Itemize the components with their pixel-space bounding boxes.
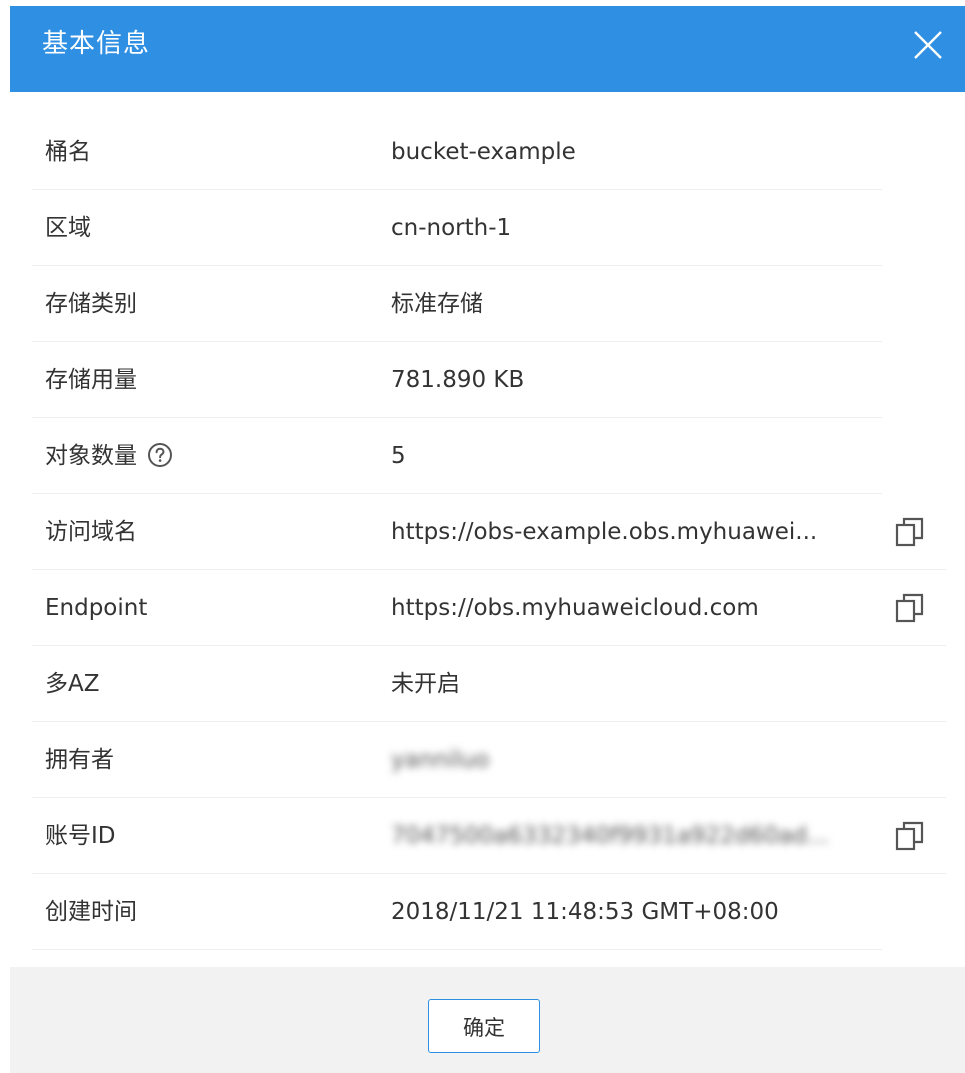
info-label: 多AZ	[45, 671, 100, 697]
info-value: https://obs.myhuaweicloud.com	[391, 595, 759, 621]
info-label: 桶名	[45, 139, 91, 165]
ok-button[interactable]: 确定	[428, 999, 540, 1053]
info-label-text: 对象数量	[45, 443, 137, 469]
info-row-owner: 拥有者 yanniluo	[32, 722, 946, 798]
info-row-object-count: 对象数量 5	[32, 418, 946, 494]
help-icon[interactable]	[147, 442, 173, 468]
info-row-storage-class: 存储类别 标准存储	[32, 266, 946, 342]
dialog-footer: 确定	[10, 967, 965, 1073]
info-row-access-domain: 访问域名 https://obs-example.obs.myhuawei...	[32, 494, 946, 570]
copy-icon[interactable]	[895, 592, 925, 624]
info-label: 区域	[45, 215, 91, 241]
info-label: 对象数量	[45, 418, 173, 494]
info-value-redacted: 7047500a6332340f9931a922d60ad...	[391, 823, 830, 849]
info-list: 桶名 bucket-example 区域 cn-north-1 存储类别 标准存…	[32, 114, 946, 950]
info-label: 账号ID	[45, 823, 116, 849]
copy-icon[interactable]	[895, 820, 925, 852]
info-row-endpoint: Endpoint https://obs.myhuaweicloud.com	[32, 570, 946, 646]
info-value: 未开启	[391, 671, 460, 697]
info-label: 访问域名	[45, 519, 137, 545]
info-label: 创建时间	[45, 899, 137, 925]
info-row-account-id: 账号ID 7047500a6332340f9931a922d60ad...	[32, 798, 946, 874]
info-row-created-time: 创建时间 2018/11/21 11:48:53 GMT+08:00	[32, 874, 946, 950]
info-row-region: 区域 cn-north-1	[32, 190, 946, 266]
info-value-redacted: yanniluo	[391, 747, 490, 773]
dialog-title: 基本信息	[42, 29, 151, 59]
info-label: 存储类别	[45, 291, 137, 317]
dialog-header: 基本信息	[10, 6, 965, 92]
copy-icon[interactable]	[895, 516, 925, 548]
close-icon[interactable]	[911, 28, 945, 62]
info-value: bucket-example	[391, 139, 576, 165]
info-row-storage-usage: 存储用量 781.890 KB	[32, 342, 946, 418]
info-value: 标准存储	[391, 291, 483, 317]
info-value: 2018/11/21 11:48:53 GMT+08:00	[391, 899, 779, 925]
info-label: 存储用量	[45, 367, 137, 393]
info-row-bucket-name: 桶名 bucket-example	[32, 114, 946, 190]
basic-info-dialog: 基本信息 桶名 bucket-example 区域 cn-north-1 存储类…	[10, 6, 965, 1073]
info-value: 5	[391, 443, 406, 469]
info-value: 781.890 KB	[391, 367, 525, 393]
info-label: 拥有者	[45, 747, 114, 773]
info-value: cn-north-1	[391, 215, 512, 241]
info-label: Endpoint	[45, 595, 148, 621]
info-row-multi-az: 多AZ 未开启	[32, 646, 946, 722]
info-value: https://obs-example.obs.myhuawei...	[391, 519, 818, 545]
